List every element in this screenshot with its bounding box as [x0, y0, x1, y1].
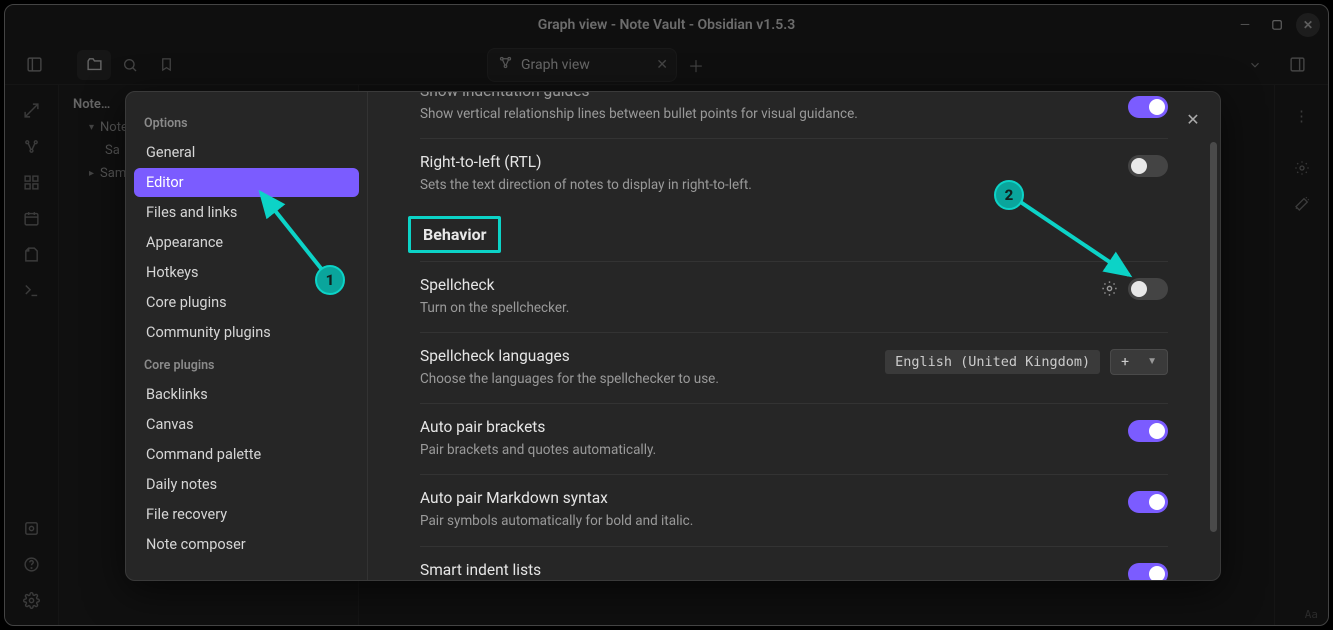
- nav-editor[interactable]: Editor: [134, 168, 359, 197]
- setting-smart-indent: Smart indent lists Automatically set ind…: [420, 546, 1168, 581]
- setting-spellcheck: Spellcheck Turn on the spellchecker.: [420, 261, 1168, 332]
- nav-file-recovery[interactable]: File recovery: [134, 500, 359, 529]
- toggle-spellcheck[interactable]: [1128, 278, 1168, 300]
- nav-daily-notes[interactable]: Daily notes: [134, 470, 359, 499]
- settings-scroll[interactable]: Show indentation guides Show vertical re…: [368, 92, 1220, 580]
- setting-indentation-guides: Show indentation guides Show vertical re…: [420, 94, 1168, 138]
- setting-rtl: Right-to-left (RTL) Sets the text direct…: [420, 138, 1168, 209]
- nav-general[interactable]: General: [134, 138, 359, 167]
- setting-spellcheck-languages: Spellcheck languages Choose the language…: [420, 332, 1168, 403]
- setting-auto-pair-markdown: Auto pair Markdown syntax Pair symbols a…: [420, 474, 1168, 545]
- nav-hotkeys[interactable]: Hotkeys: [134, 258, 359, 287]
- language-tag[interactable]: English (United Kingdom): [885, 350, 1100, 374]
- chevron-down-icon: ▼: [1147, 356, 1157, 367]
- add-language-dropdown[interactable]: + ▼: [1110, 349, 1168, 375]
- nav-core-plugins[interactable]: Core plugins: [134, 288, 359, 317]
- settings-sidebar: Options General Editor Files and links A…: [126, 92, 368, 580]
- section-label-core: Core plugins: [126, 348, 367, 379]
- toggle-auto-pair-brackets[interactable]: [1128, 420, 1168, 442]
- settings-content: ✕ Show indentation guides Show vertical …: [368, 92, 1220, 580]
- scrollbar-thumb[interactable]: [1210, 142, 1217, 532]
- section-label-options: Options: [126, 106, 367, 137]
- spellcheck-settings-icon[interactable]: [1101, 280, 1118, 297]
- nav-note-composer[interactable]: Note composer: [134, 530, 359, 559]
- nav-canvas[interactable]: Canvas: [134, 410, 359, 439]
- settings-modal: Options General Editor Files and links A…: [125, 91, 1221, 581]
- setting-auto-pair-brackets: Auto pair brackets Pair brackets and quo…: [420, 403, 1168, 474]
- toggle-smart-indent[interactable]: [1128, 563, 1168, 581]
- toggle-rtl[interactable]: [1128, 155, 1168, 177]
- nav-files-links[interactable]: Files and links: [134, 198, 359, 227]
- section-behavior: Behavior: [408, 216, 501, 253]
- app-window: Graph view - Note Vault - Obsidian v1.5.…: [4, 4, 1329, 626]
- nav-appearance[interactable]: Appearance: [134, 228, 359, 257]
- toggle-auto-pair-markdown[interactable]: [1128, 491, 1168, 513]
- nav-command-palette[interactable]: Command palette: [134, 440, 359, 469]
- nav-community-plugins[interactable]: Community plugins: [134, 318, 359, 347]
- nav-backlinks[interactable]: Backlinks: [134, 380, 359, 409]
- toggle-indentation-guides[interactable]: [1128, 96, 1168, 118]
